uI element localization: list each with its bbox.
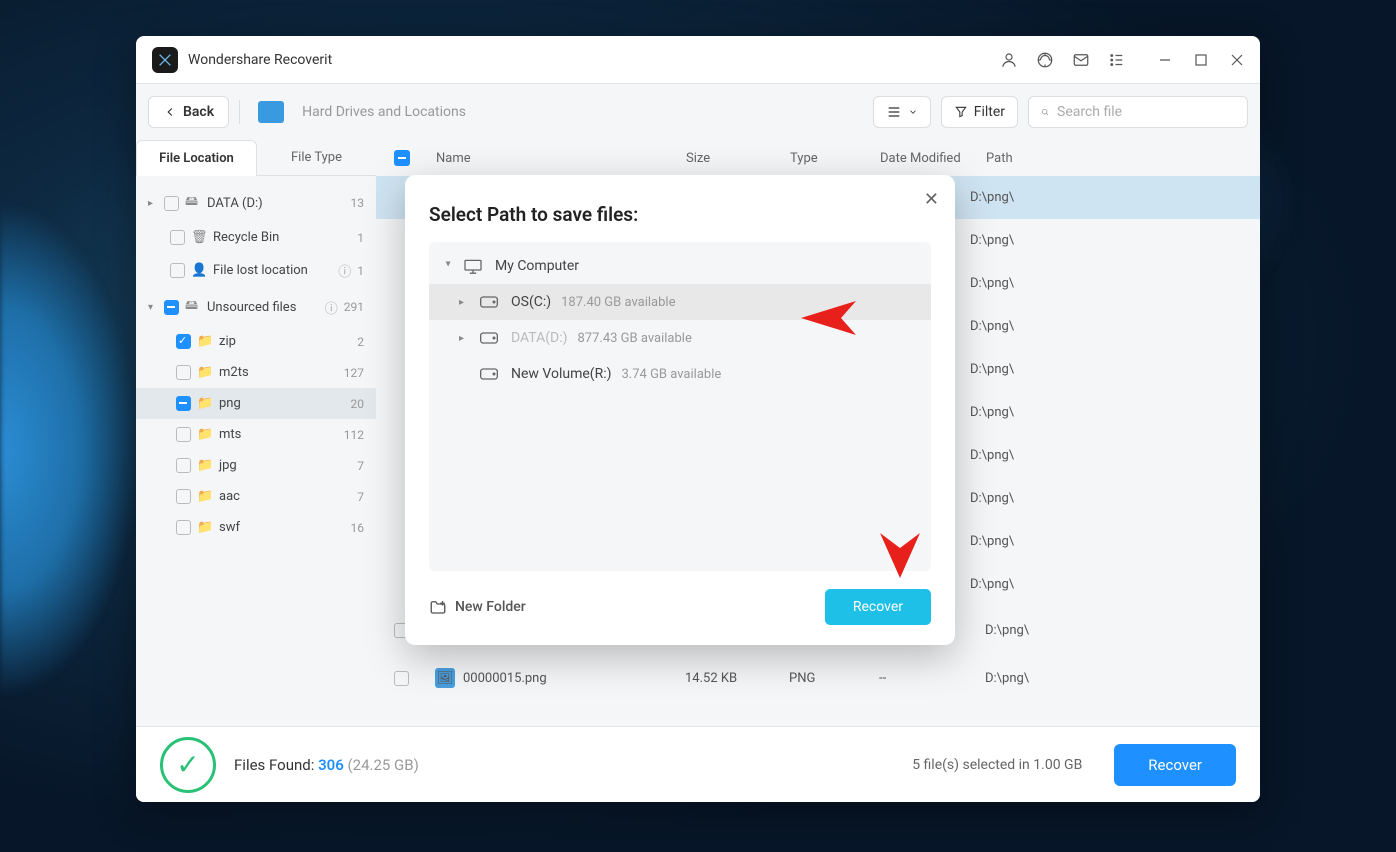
computer-icon <box>463 258 485 274</box>
tab-file-type[interactable]: File Type <box>257 140 376 176</box>
files-found-label: Files Found: <box>234 756 318 774</box>
sidebar-item-mts[interactable]: 📁mts112 <box>136 419 376 450</box>
search-icon <box>1041 104 1049 120</box>
sidebar-item-unsourced[interactable]: ▾🖴Unsourced filesⓘ291 <box>136 288 376 326</box>
drive-icon <box>258 101 284 123</box>
close-button[interactable] <box>1230 53 1244 67</box>
folder-plus-icon <box>429 599 447 615</box>
drive-label: New Volume(R:) <box>511 366 612 382</box>
col-size: Size <box>686 151 790 166</box>
sidebar: File Location File Type ▸🖴DATA (D:)13 🗑R… <box>136 140 376 726</box>
sidebar-item-swf[interactable]: 📁swf16 <box>136 512 376 543</box>
sidebar-item-png[interactable]: 📁png20 <box>136 388 376 419</box>
back-button[interactable]: Back <box>148 96 229 128</box>
drive-new-volume-r[interactable]: ▸ New Volume(R:) 3.74 GB available <box>429 356 931 392</box>
sidebar-item-m2ts[interactable]: 📁m2ts127 <box>136 357 376 388</box>
view-toggle-button[interactable] <box>873 96 931 128</box>
toolbar: Back Hard Drives and Locations Filter <box>136 84 1260 140</box>
statusbar: ✓ Files Found: 306 (24.25 GB) 5 file(s) … <box>136 726 1260 802</box>
drive-label: DATA(D:) <box>511 330 568 346</box>
drive-my-computer[interactable]: ▸ My Computer <box>429 248 931 284</box>
dialog-title: Select Path to save files: <box>429 203 931 226</box>
close-icon[interactable]: ✕ <box>924 189 939 210</box>
sidebar-item-jpg[interactable]: 📁jpg7 <box>136 450 376 481</box>
titlebar: Wondershare Recoverit <box>136 36 1260 84</box>
location-text: Hard Drives and Locations <box>302 104 863 120</box>
account-icon[interactable] <box>1000 51 1018 69</box>
column-headers: Name Size Type Date Modified Path <box>376 140 1260 176</box>
sidebar-item-file-lost[interactable]: 👤File lost locationⓘ1 <box>136 253 376 288</box>
drive-label: OS(C:) <box>511 294 551 310</box>
search-box[interactable] <box>1028 96 1248 128</box>
filter-button[interactable]: Filter <box>941 96 1018 128</box>
annotation-arrow <box>870 478 930 588</box>
drive-available: 877.43 GB available <box>578 331 692 346</box>
scan-complete-icon: ✓ <box>160 737 216 793</box>
sidebar-item-zip[interactable]: 📁zip2 <box>136 326 376 357</box>
new-folder-button[interactable]: New Folder <box>429 599 526 615</box>
recover-button-main[interactable]: Recover <box>1114 744 1236 786</box>
drive-icon <box>479 331 501 345</box>
back-label: Back <box>183 104 214 120</box>
support-icon[interactable] <box>1036 51 1054 69</box>
col-modified: Date Modified <box>880 151 986 166</box>
drive-available: 3.74 GB available <box>622 367 722 382</box>
app-logo <box>152 47 178 73</box>
menu-icon[interactable] <box>1108 51 1126 69</box>
sidebar-item-aac[interactable]: 📁aac7 <box>136 481 376 512</box>
drive-label: My Computer <box>495 258 579 274</box>
maximize-button[interactable] <box>1194 53 1208 67</box>
drive-icon <box>479 367 501 381</box>
drive-icon <box>479 295 501 309</box>
sidebar-item-recycle-bin[interactable]: 🗑Recycle Bin1 <box>136 222 376 253</box>
annotation-arrow <box>801 293 911 343</box>
col-type: Type <box>790 151 880 166</box>
app-title: Wondershare Recoverit <box>188 52 1000 68</box>
sidebar-item-data-d[interactable]: ▸🖴DATA (D:)13 <box>136 184 376 222</box>
files-found-count: 306 <box>318 756 344 774</box>
select-all-checkbox[interactable] <box>394 150 410 166</box>
minimize-button[interactable] <box>1158 53 1172 67</box>
new-folder-label: New Folder <box>455 599 526 615</box>
feedback-icon[interactable] <box>1072 51 1090 69</box>
table-row[interactable]: 🖼 00000015.png 14.52 KB PNG -- D:\png\ <box>376 654 1260 702</box>
col-path: Path <box>986 151 1242 166</box>
search-input[interactable] <box>1057 104 1235 120</box>
image-icon: 🖼 <box>435 668 455 688</box>
selection-summary: 5 file(s) selected in 1.00 GB <box>912 757 1082 773</box>
files-found-size: (24.25 GB) <box>344 756 419 774</box>
col-name: Name <box>436 151 686 166</box>
recover-button[interactable]: Recover <box>825 589 931 625</box>
drive-available: 187.40 GB available <box>561 295 675 310</box>
tab-file-location[interactable]: File Location <box>136 140 257 176</box>
row-checkbox[interactable] <box>394 671 409 686</box>
filter-label: Filter <box>974 104 1005 120</box>
